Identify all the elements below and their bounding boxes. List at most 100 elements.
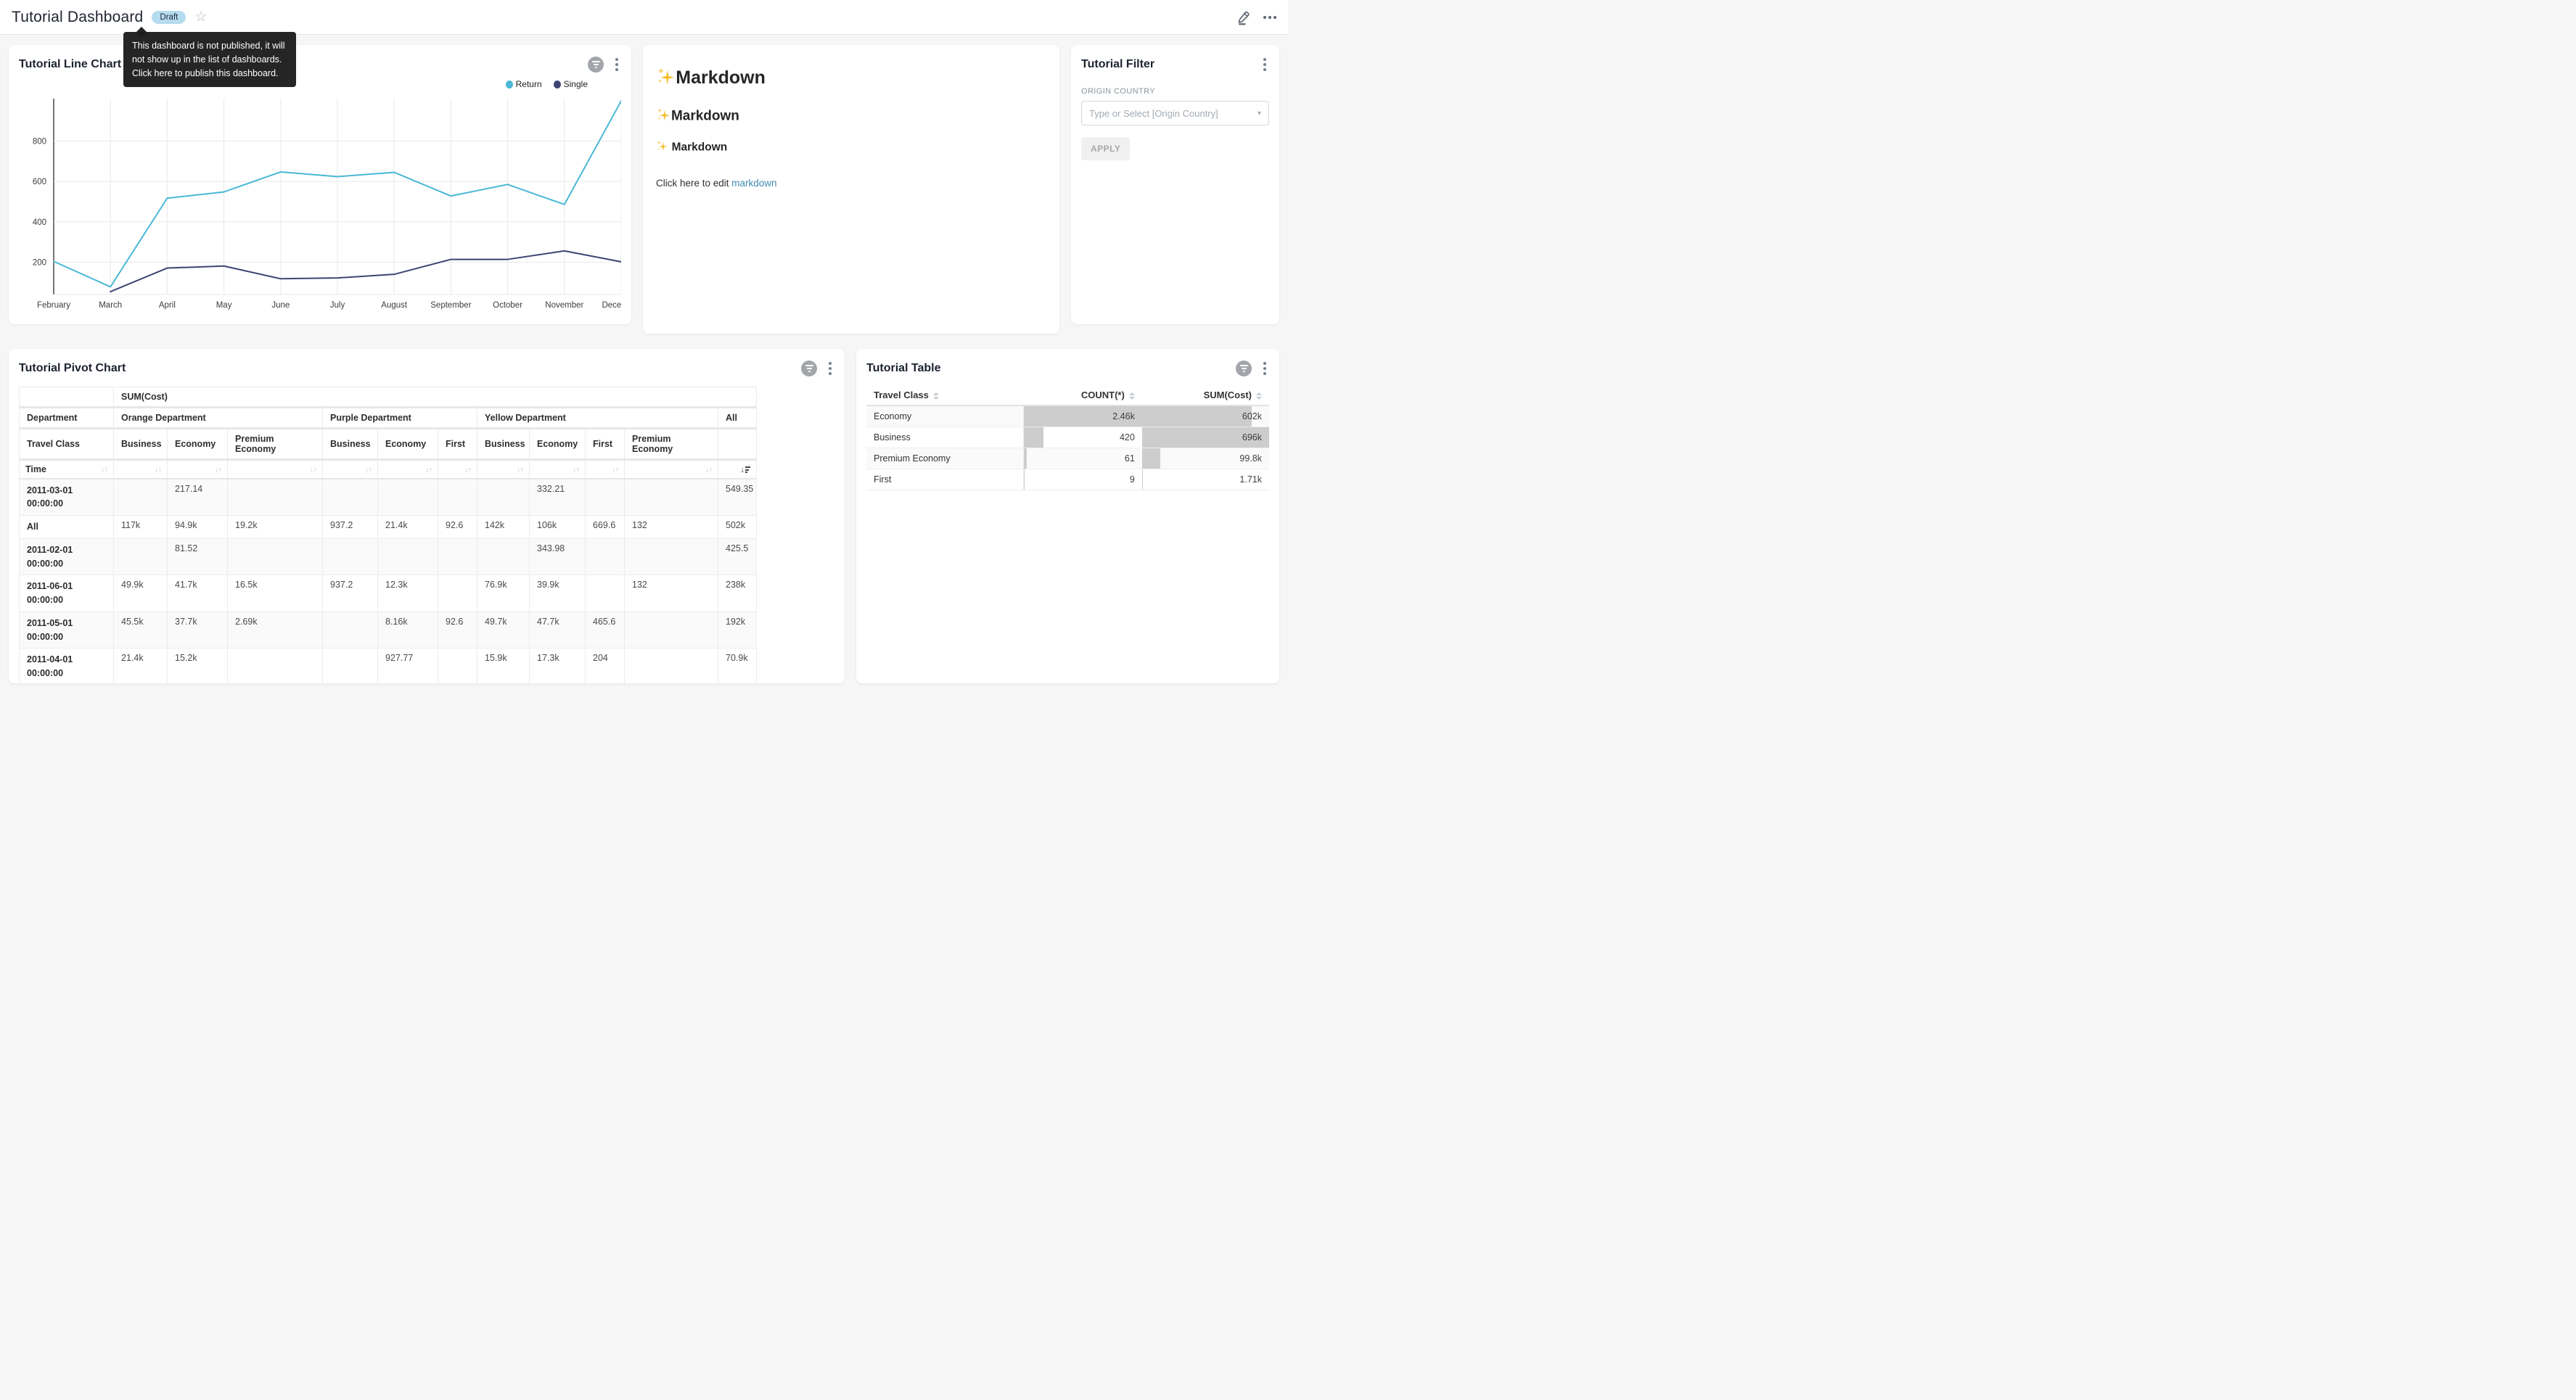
- sort-icon-active[interactable]: ↓: [740, 466, 750, 474]
- line-chart-card: Tutorial Line Chart ReturnSingle 2004006…: [9, 45, 631, 324]
- sum-cell: 1.71k: [1142, 469, 1269, 490]
- pivot-row-label: 2011-05-01 00:00:00: [20, 612, 114, 648]
- pivot-cell: 669.6: [586, 516, 625, 539]
- pivot-cell: 17.3k: [530, 648, 586, 683]
- legend-item[interactable]: Return: [506, 79, 542, 89]
- pivot-cell: [378, 538, 438, 575]
- pivot-cell: [586, 575, 625, 612]
- cell-bar: [1024, 469, 1025, 490]
- travel-class-header: Premium Economy: [625, 429, 718, 460]
- sort-icon[interactable]: ↓↑: [464, 466, 471, 474]
- pivot-chart-title: Tutorial Pivot Chart: [19, 362, 126, 375]
- pivot-cell: [228, 479, 323, 516]
- department-header: Orange Department: [114, 408, 323, 429]
- pivot-cell: 15.2k: [168, 648, 228, 683]
- pivot-metric-row: SUM(Cost): [20, 387, 757, 408]
- origin-country-select[interactable]: Type or Select [Origin Country] ▾: [1081, 101, 1269, 125]
- pivot-row: 2011-04-01 00:00:0021.4k15.2k927.7715.9k…: [20, 648, 757, 683]
- svg-text:July: July: [330, 301, 345, 310]
- pivot-cell: 132: [625, 575, 718, 612]
- cell-bar: [1024, 427, 1044, 448]
- more-menu-button[interactable]: [1263, 13, 1276, 22]
- pivot-cell: [323, 612, 378, 648]
- pivot-cell: 92.6: [438, 612, 477, 648]
- travel-class-cell: Premium Economy: [866, 448, 1023, 469]
- department-header: Yellow Department: [477, 408, 718, 429]
- pivot-cell: 927.77: [378, 648, 438, 683]
- pivot-cell: 2.69k: [228, 612, 323, 648]
- pivot-cell: 41.7k: [168, 575, 228, 612]
- column-header[interactable]: Travel Class: [866, 385, 1023, 405]
- metric-header: SUM(Cost): [114, 387, 757, 408]
- pivot-cell: 19.2k: [228, 516, 323, 539]
- pivot-table: SUM(Cost)DepartmentOrange DepartmentPurp…: [19, 387, 757, 683]
- page-title: Tutorial Dashboard: [12, 9, 143, 26]
- pivot-row-label: 2011-04-01 00:00:00: [20, 648, 114, 683]
- pivot-cell: [323, 648, 378, 683]
- svg-text:September: September: [430, 301, 471, 310]
- pivot-cell: 106k: [530, 516, 586, 539]
- pivot-cell: 81.52: [168, 538, 228, 575]
- table-card: Tutorial Table Travel ClassCOUNT(*)SUM(C…: [856, 349, 1279, 683]
- sort-icon[interactable]: ↓↑: [310, 466, 316, 474]
- svg-text:October: October: [493, 301, 522, 310]
- pivot-cell: [625, 612, 718, 648]
- markdown-h2: Markdown: [656, 107, 1046, 124]
- line-chart: 200400600800FebruaryMarchAprilMayJuneJul…: [19, 94, 621, 312]
- sort-icon[interactable]: ↓↑: [705, 466, 712, 474]
- dashboard-grid: Tutorial Line Chart ReturnSingle 2004006…: [0, 35, 1288, 683]
- column-header[interactable]: SUM(Cost): [1142, 385, 1269, 405]
- chart-kebab-menu-icon[interactable]: [826, 360, 834, 377]
- edit-dashboard-button[interactable]: [1236, 9, 1252, 25]
- sort-icon[interactable]: ↓↑: [425, 466, 432, 474]
- pivot-cell: 238k: [718, 575, 757, 612]
- legend-item[interactable]: Single: [554, 79, 588, 89]
- chart-kebab-menu-icon[interactable]: [1260, 360, 1269, 377]
- sort-icon[interactable]: ↓↑: [573, 466, 579, 474]
- markdown-h3: Markdown: [656, 140, 1046, 154]
- favorite-star-icon[interactable]: ☆: [194, 10, 207, 24]
- filter-kebab-menu-icon[interactable]: [1260, 56, 1269, 73]
- pivot-cell: 94.9k: [168, 516, 228, 539]
- pivot-cell: 549.35: [718, 479, 757, 516]
- pivot-cell: 192k: [718, 612, 757, 648]
- sort-icon[interactable]: ↓↑: [101, 465, 107, 474]
- sort-caret-icon: [1256, 392, 1262, 400]
- chevron-down-icon: ▾: [1258, 110, 1261, 118]
- pivot-cell: 142k: [477, 516, 530, 539]
- draft-status-badge[interactable]: Draft: [152, 11, 186, 24]
- pivot-cell: 76.9k: [477, 575, 530, 612]
- edit-markdown-link[interactable]: markdown: [731, 178, 776, 189]
- column-header[interactable]: COUNT(*): [1023, 385, 1142, 405]
- sort-icon[interactable]: ↓↑: [215, 466, 221, 474]
- sort-icon[interactable]: ↓↑: [155, 466, 161, 474]
- sum-cell: 602k: [1142, 405, 1269, 427]
- pivot-cell: 37.7k: [168, 612, 228, 648]
- sort-icon[interactable]: ↓↑: [365, 466, 372, 474]
- pivot-cell: [438, 538, 477, 575]
- cell-bar: [1142, 406, 1252, 427]
- sparkles-icon: [656, 67, 675, 85]
- table-row: Economy2.46k602k: [866, 405, 1269, 427]
- filter-indicator-icon[interactable]: [801, 361, 817, 376]
- pivot-row: 2011-03-01 00:00:00217.14332.21549.35: [20, 479, 757, 516]
- svg-text:November: November: [545, 301, 583, 310]
- chart-kebab-menu-icon[interactable]: [612, 56, 621, 73]
- filter-card-title: Tutorial Filter: [1081, 58, 1154, 71]
- markdown-h1: Markdown: [656, 67, 1046, 88]
- filter-indicator-icon[interactable]: [1236, 361, 1252, 376]
- table-row: Business420696k: [866, 427, 1269, 448]
- pivot-group-row: DepartmentOrange DepartmentPurple Depart…: [20, 408, 757, 429]
- markdown-paragraph: Click here to edit markdown: [656, 178, 1046, 189]
- pivot-cell: 39.9k: [530, 575, 586, 612]
- sort-icon[interactable]: ↓↑: [612, 466, 618, 474]
- filter-indicator-icon[interactable]: [588, 57, 604, 73]
- pivot-cell: 132: [625, 516, 718, 539]
- apply-button[interactable]: APPLY: [1081, 137, 1130, 160]
- pivot-cell: [323, 479, 378, 516]
- sort-icon[interactable]: ↓↑: [517, 466, 523, 474]
- svg-text:June: June: [271, 301, 290, 310]
- travel-class-header: [718, 429, 757, 460]
- pivot-cell: 343.98: [530, 538, 586, 575]
- pivot-cell: 45.5k: [114, 612, 168, 648]
